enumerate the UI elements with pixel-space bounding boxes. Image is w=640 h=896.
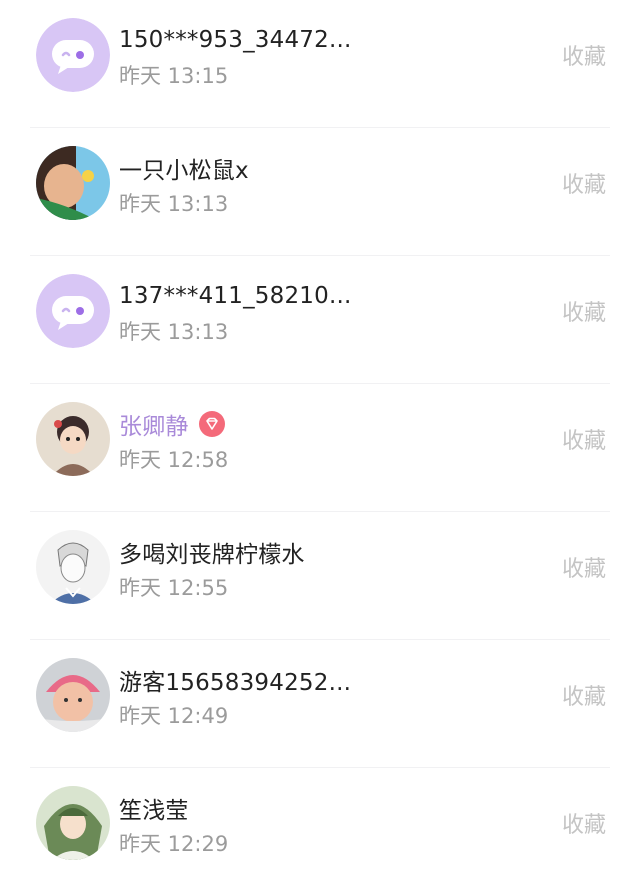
visit-time: 昨天 12:58 <box>119 448 229 472</box>
favorite-button[interactable]: 收藏 <box>562 807 606 839</box>
avatar[interactable] <box>36 274 110 348</box>
favorite-button[interactable]: 收藏 <box>562 423 606 455</box>
chat-bubble-icon <box>36 274 110 348</box>
name-line: 游客15658394252... <box>119 660 351 700</box>
favorite-button[interactable]: 收藏 <box>562 551 606 583</box>
username[interactable]: 游客15658394252... <box>119 663 351 697</box>
list-item[interactable]: 一只小松鼠x 昨天 13:13 收藏 <box>0 128 640 256</box>
name-line: 一只小松鼠x <box>119 148 249 188</box>
avatar[interactable] <box>36 18 110 92</box>
list-item[interactable]: 多喝刘丧牌柠檬水 昨天 12:55 收藏 <box>0 512 640 640</box>
list-item[interactable]: 游客15658394252... 昨天 12:49 收藏 <box>0 640 640 768</box>
username[interactable]: 150***953_34472... <box>119 27 352 53</box>
avatar[interactable] <box>36 786 110 860</box>
name-line: 笙浅莹 <box>119 788 189 828</box>
visit-time: 昨天 12:55 <box>119 576 229 600</box>
username[interactable]: 多喝刘丧牌柠檬水 <box>119 535 305 569</box>
name-line: 137***411_58210... <box>119 276 352 316</box>
chat-bubble-icon <box>36 18 110 92</box>
list-item[interactable]: 150***953_34472... 昨天 13:15 收藏 <box>0 0 640 128</box>
list-item[interactable]: 张卿静 昨天 12:58 收藏 <box>0 384 640 512</box>
avatar[interactable] <box>36 530 110 604</box>
baby-photo-icon <box>36 658 110 732</box>
username[interactable]: 张卿静 <box>119 407 189 441</box>
avatar[interactable] <box>36 402 110 476</box>
username[interactable]: 一只小松鼠x <box>119 151 249 185</box>
visitor-list: 150***953_34472... 昨天 13:15 收藏 一只小松鼠x 昨天… <box>0 0 640 892</box>
sketch-avatar-icon <box>36 530 110 604</box>
visit-time: 昨天 12:49 <box>119 704 229 728</box>
list-item[interactable]: 笙浅莹 昨天 12:29 收藏 <box>0 768 640 896</box>
avatar[interactable] <box>36 658 110 732</box>
visit-time: 昨天 13:13 <box>119 192 229 216</box>
avatar[interactable] <box>36 146 110 220</box>
favorite-button[interactable]: 收藏 <box>562 295 606 327</box>
favorite-button[interactable]: 收藏 <box>562 39 606 71</box>
illustration-avatar-icon <box>36 786 110 860</box>
user-photo-icon <box>36 146 110 220</box>
cartoon-avatar-icon <box>36 402 110 476</box>
username[interactable]: 137***411_58210... <box>119 283 352 309</box>
visit-time: 昨天 12:29 <box>119 832 229 856</box>
diamond-icon <box>205 417 218 430</box>
username[interactable]: 笙浅莹 <box>119 791 189 825</box>
visit-time: 昨天 13:13 <box>119 320 229 344</box>
vip-badge <box>198 411 225 437</box>
visit-time: 昨天 13:15 <box>119 64 229 88</box>
name-line: 150***953_34472... <box>119 20 352 60</box>
favorite-button[interactable]: 收藏 <box>562 679 606 711</box>
name-line: 张卿静 <box>119 404 225 444</box>
name-line: 多喝刘丧牌柠檬水 <box>119 532 305 572</box>
list-item[interactable]: 137***411_58210... 昨天 13:13 收藏 <box>0 256 640 384</box>
favorite-button[interactable]: 收藏 <box>562 167 606 199</box>
